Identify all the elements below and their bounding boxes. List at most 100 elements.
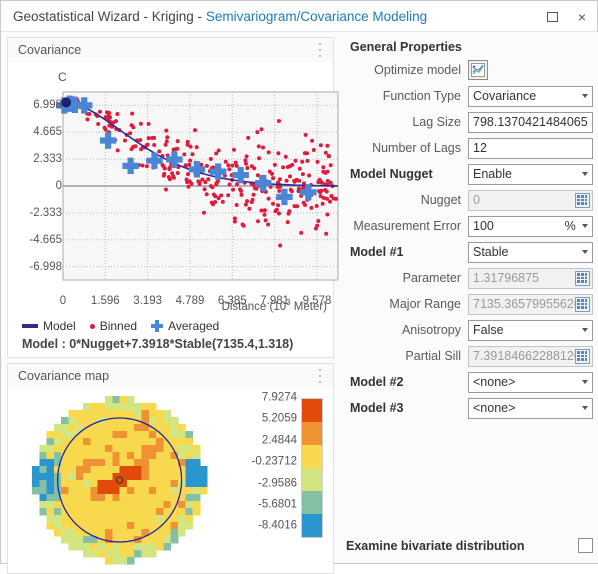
title-link: Semivariogram/Covariance Modeling [205,8,428,24]
property-label: Model #3 [350,401,404,415]
input-number-of-lags[interactable]: 12 [468,137,593,159]
colorbar-tick-label: -8.4016 [257,519,297,532]
property-row: Lag Size 798.1370421484065 [346,111,593,133]
property-row: Partial Sill 7.39184662288126 [346,345,593,367]
restore-icon [546,11,558,22]
chevron-down-icon [581,172,588,176]
property-label: Model #2 [350,375,404,389]
property-label: Model #1 [350,245,404,259]
covariance-chart-menu-icon[interactable] [315,43,325,57]
property-label: Anisotropy [401,323,461,337]
chevron-down-icon [581,380,588,384]
property-label: Nugget [420,193,461,207]
colorbar-tick-label: -2.9586 [257,476,297,489]
dot-marker-icon [89,323,95,329]
property-row: Function Type Covariance [346,85,593,107]
covariance-chart-header: Covariance [8,38,333,62]
colorbar-band [302,514,322,537]
title-bar: Geostatistical Wizard - Kriging - Semiva… [1,1,597,32]
property-label: Major Range [389,297,461,311]
chevron-down-icon [581,224,588,228]
property-control: 100% [468,215,593,237]
y-tick-label: -4.665 [29,233,62,246]
covariance-map-card: Covariance map 7.9274 5.2059 2.4844 -0.2371… [7,363,334,574]
page-title: Geostatistical Wizard - Kriging - Semiva… [13,9,427,24]
property-control: 0 [468,189,593,211]
select-value: <none> [473,400,516,415]
calculator-icon[interactable] [574,192,590,208]
legend-item-averaged: Averaged [151,319,219,333]
property-label: Model Nugget [350,167,433,181]
y-tick-label: 6.998 [33,99,62,112]
input-parameter[interactable]: 1.31796875 [468,267,593,289]
property-row: Model Nugget Enable [346,163,593,185]
property-control: 7135.36579955626 [468,293,593,315]
input-value: 1.31796875 [473,270,540,285]
examine-bivariate-row: Examine bivariate distribution [346,538,593,553]
colorbar-band [302,491,322,514]
input-nugget[interactable]: 0 [468,189,593,211]
calculator-icon[interactable] [574,296,590,312]
input-lag-size[interactable]: 798.1370421484065 [468,111,593,133]
select-model-3[interactable]: <none> [468,397,593,419]
charts-pane: Covariance C 6.998 4.665 2.333 0 -2.333 -4.66… [1,32,340,574]
calculator-icon[interactable] [574,270,590,286]
property-label: Lag Size [412,115,461,129]
calculator-icon[interactable] [574,348,590,364]
select-anisotropy[interactable]: False [468,319,593,341]
x-tick-label: 1.596 [90,295,120,307]
select-model-1[interactable]: Stable [468,241,593,263]
property-control: <none> [468,371,593,393]
close-button[interactable]: × [567,1,597,32]
colorbar-tick-label: 5.2059 [261,412,297,425]
input-measurement-error[interactable]: 100% [468,215,593,237]
input-partial-sill[interactable]: 7.39184662288126 [468,345,593,367]
y-tick-label: 0 [55,180,62,192]
chevron-down-icon [581,94,588,98]
select-function-type[interactable]: Covariance [468,85,593,107]
chevron-down-icon [581,406,588,410]
select-model-2[interactable]: <none> [468,371,593,393]
input-value: 7.39184662288126 [473,348,581,363]
legend-label-binned: Binned [99,319,138,333]
covariance-scatter-plot: C 6.998 4.665 2.333 0 -2.333 -4.665 -6.998 0 1.… [8,62,339,317]
y-tick-label: 4.665 [33,126,62,139]
property-control: 798.1370421484065 [468,111,593,133]
property-control: 7.39184662288126 [468,345,593,367]
property-control: Stable [468,241,593,263]
geostatistical-wizard-window: Geostatistical Wizard - Kriging - Semiva… [0,0,598,574]
covariance-chart-card: Covariance C 6.998 4.665 2.333 0 -2.333 -4.66… [7,37,339,358]
restore-button[interactable] [537,1,567,32]
covariance-map-raster [32,396,208,565]
legend-item-model: Model [22,319,76,333]
input-major-range[interactable]: 7135.36579955626 [468,293,593,315]
colorbar-band [302,468,322,491]
examine-bivariate-checkbox[interactable] [577,538,593,553]
examine-bivariate-label: Examine bivariate distribution [346,538,525,553]
y-axis-title: C [58,70,67,84]
select-value: Enable [473,166,512,181]
properties-heading: General Properties [350,40,462,54]
select-value: <none> [473,374,516,389]
x-tick-label: 4.789 [175,295,205,307]
property-label: Measurement Error [353,219,461,233]
properties-rows: Optimize model Function Type Covariance Lag… [346,59,593,423]
close-icon: × [577,8,587,25]
select-model-nugget[interactable]: Enable [468,163,593,185]
property-label: Partial Sill [405,349,461,363]
legend-label-averaged: Averaged [168,319,220,333]
optimize-chart-icon [471,62,485,77]
colorbar-tick-label: 7.9274 [261,391,297,404]
covariance-map-menu-icon[interactable] [315,369,325,383]
main-split: Covariance C 6.998 4.665 2.333 0 -2.333 -4.66… [1,32,598,574]
property-control: 12 [468,137,593,159]
input-value: 798.1370421484065 [473,114,588,129]
colorbar-strip [301,398,323,538]
model-equation: Model : 0*Nugget+7.3918*Stable(7135.4,1.… [22,337,294,351]
covariance-chart-title: Covariance [18,43,82,57]
property-row: Anisotropy False [346,319,593,341]
colorbar-band [302,422,322,445]
property-row: Measurement Error 100% [346,215,593,237]
optimize-model-button[interactable] [468,59,488,80]
x-tick-label: 0 [59,295,67,307]
